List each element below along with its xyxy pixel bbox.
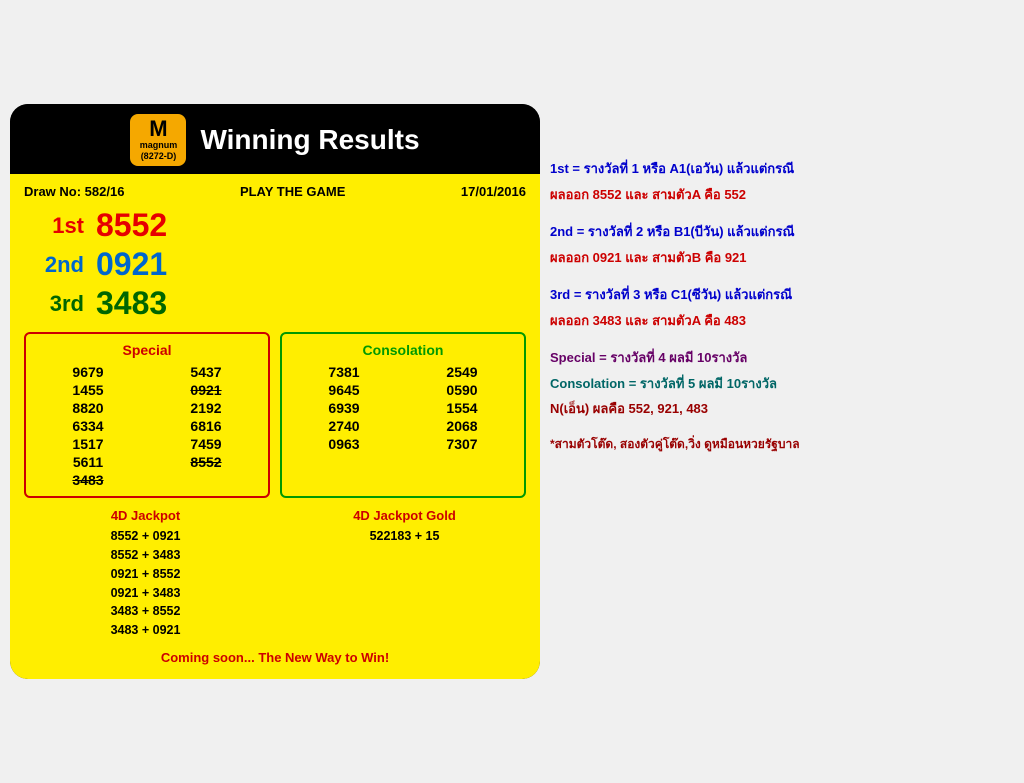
special-number: 1517 [36,436,140,452]
special-number: 1455 [36,382,140,398]
consolation-number: 2549 [410,364,514,380]
result-row-2nd: 2nd 0921 [24,246,526,283]
annotation-line-6: Special = รางวัลที่ 4 ผลมี 10รางวัล [550,348,1014,368]
result-row-3rd: 3rd 3483 [24,285,526,322]
consolation-grid: 7381 2549 9645 0590 6939 1554 2740 2068 0963 7307 [292,364,514,452]
special-grid: 9679 5437 1455 0921 8820 2192 6334 6816 1517 7459… [36,364,258,488]
consolation-number: 0590 [410,382,514,398]
special-number: 2192 [154,400,258,416]
jackpot-gold-item: 522183 + 15 [283,527,526,546]
number-2nd: 0921 [96,246,167,283]
consolation-number: 2068 [410,418,514,434]
annotation-line-2: 2nd = รางวัลที่ 2 หรือ B1(บีวัน) แล้วแต่… [550,222,1014,242]
consolation-number: 2740 [292,418,396,434]
special-number: 8552 [154,454,258,470]
number-3rd: 3483 [96,285,167,322]
draw-date: 17/01/2016 [461,184,526,199]
jackpot-col: 4D Jackpot 8552 + 09218552 + 34830921 + … [24,508,267,640]
consolation-number: 7307 [410,436,514,452]
special-title: Special [36,342,258,358]
card-body: Draw No: 582/16 PLAY THE GAME 17/01/2016… [10,174,540,679]
special-number: 0921 [154,382,258,398]
jackpot-gold-col: 4D Jackpot Gold 522183 + 15 [283,508,526,640]
jackpot-item: 8552 + 0921 [24,527,267,546]
special-number: 7459 [154,436,258,452]
special-box: Special 9679 5437 1455 0921 8820 2192 6334 6816… [24,332,270,498]
jackpot-title: 4D Jackpot [24,508,267,523]
lower-section: Special 9679 5437 1455 0921 8820 2192 6334 6816… [24,332,526,498]
consolation-title: Consolation [292,342,514,358]
special-number: 9679 [36,364,140,380]
card-title: Winning Results [200,124,419,156]
annotation-line-8: N(เอ็น) ผลคือ 552, 921, 483 [550,399,1014,419]
special-number: 5437 [154,364,258,380]
jackpot-item: 3483 + 8552 [24,602,267,621]
consolation-number: 7381 [292,364,396,380]
card-header: M magnum (8272-D) Winning Results [10,104,540,174]
annotation-line-4: 3rd = รางวัลที่ 3 หรือ C1(ซีวัน) แล้วแต่… [550,285,1014,305]
label-3rd: 3rd [24,291,84,317]
result-row-1st: 1st 8552 [24,207,526,244]
jackpot-gold-items: 522183 + 15 [283,527,526,546]
jackpot-item: 0921 + 8552 [24,565,267,584]
consolation-number: 1554 [410,400,514,416]
label-2nd: 2nd [24,252,84,278]
annotation-line-3: ผลออก 0921 และ สามตัวB คือ 921 [550,248,1014,268]
jackpot-item: 3483 + 0921 [24,621,267,640]
special-number: 6816 [154,418,258,434]
special-number [154,472,258,488]
annotation-line-7: Consolation = รางวัลที่ 5 ผลมี 10รางวัล [550,374,1014,394]
magnum-logo: M magnum (8272-D) [130,114,186,166]
annotation-spacer [550,336,1014,342]
page-container: M magnum (8272-D) Winning Results Draw N… [10,104,1014,679]
label-1st: 1st [24,213,84,239]
jackpot-item: 8552 + 3483 [24,546,267,565]
annotation-line-1: ผลออก 8552 และ สามตัวA คือ 552 [550,185,1014,205]
jackpot-gold-title: 4D Jackpot Gold [283,508,526,523]
jackpot-items: 8552 + 09218552 + 34830921 + 85520921 + … [24,527,267,640]
consolation-number: 9645 [292,382,396,398]
bottom-note: *สามตัวโต๊ด, สองตัวคู่โต๊ด,วิ่ง ดูหมือนห… [550,435,1014,453]
card-footer: Coming soon... The New Way to Win! [24,650,526,665]
annotations: 1st = รางวัลที่ 1 หรือ A1(เอวัน) แล้วแต่… [550,104,1014,453]
special-number: 6334 [36,418,140,434]
main-results: 1st 8552 2nd 0921 3rd 3483 [24,207,526,322]
draw-number: Draw No: 582/16 [24,184,124,199]
special-number: 8820 [36,400,140,416]
jackpot-section: 4D Jackpot 8552 + 09218552 + 34830921 + … [24,508,526,640]
play-label: PLAY THE GAME [240,184,345,199]
consolation-number: 6939 [292,400,396,416]
number-1st: 8552 [96,207,167,244]
jackpot-item: 0921 + 3483 [24,584,267,603]
annotation-line-0: 1st = รางวัลที่ 1 หรือ A1(เอวัน) แล้วแต่… [550,159,1014,179]
consolation-number: 0963 [292,436,396,452]
special-number: 5611 [36,454,140,470]
annotation-spacer [550,273,1014,279]
logo-m: M [149,118,167,140]
lottery-card: M magnum (8272-D) Winning Results Draw N… [10,104,540,679]
logo-sub: (8272-D) [141,151,177,162]
annotation-spacer [550,210,1014,216]
logo-text: magnum [140,140,178,151]
draw-info: Draw No: 582/16 PLAY THE GAME 17/01/2016 [24,184,526,199]
special-number: 3483 [36,472,140,488]
consolation-box: Consolation 7381 2549 9645 0590 6939 1554 2740… [280,332,526,498]
annotation-line-5: ผลออก 3483 และ สามตัวA คือ 483 [550,311,1014,331]
